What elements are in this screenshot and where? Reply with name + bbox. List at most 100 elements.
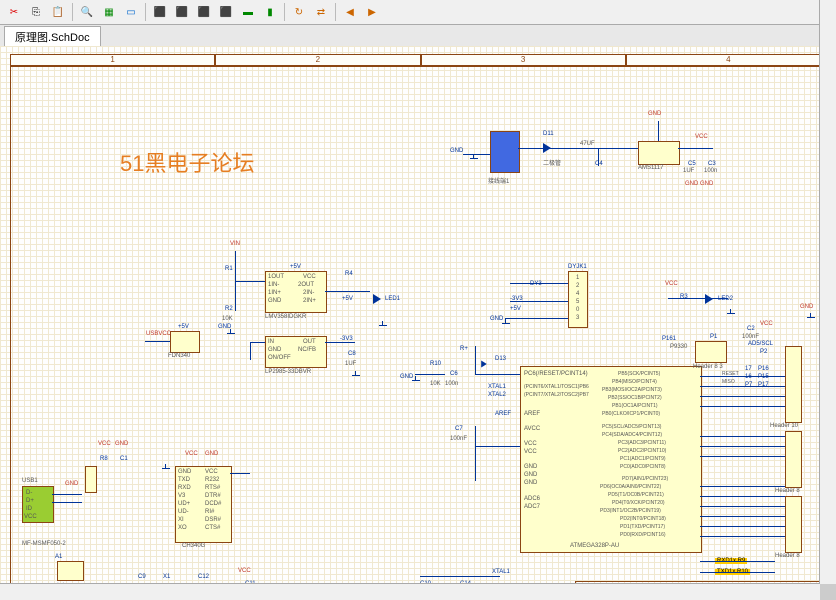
zoom-icon[interactable]: 🔍	[77, 2, 97, 22]
header-p1[interactable]	[695, 341, 727, 363]
mcu-r17: PD2(INT0/PCINT18)	[620, 516, 666, 522]
u1-label: ATMEGA328P-AU	[570, 543, 619, 549]
c2: C2	[747, 326, 755, 332]
u2p4: GND	[268, 298, 281, 304]
fdn340[interactable]	[170, 331, 200, 353]
header-8a[interactable]	[785, 431, 802, 488]
scrollbar-vertical[interactable]	[819, 0, 836, 584]
u4p11: DTR#	[205, 493, 221, 499]
gndlp: GND	[218, 324, 231, 330]
vcc3: VCC	[238, 568, 251, 574]
next-icon[interactable]: ▶	[362, 2, 382, 22]
dyjk-label: DYJK1	[568, 264, 587, 270]
copy-icon[interactable]: ⎘	[26, 2, 46, 22]
u5-label: FDN340	[168, 353, 190, 359]
align-top-icon[interactable]: ⬛	[194, 2, 214, 22]
p1: P1	[710, 334, 717, 340]
c3-label: C3	[708, 161, 716, 167]
header-10[interactable]	[785, 346, 802, 423]
dy3: DY3	[530, 281, 542, 287]
c2v: 100nF	[742, 334, 759, 340]
crystal-usb[interactable]	[57, 561, 84, 581]
scrollbar-horizontal[interactable]	[0, 583, 820, 600]
led2: LED2	[718, 296, 733, 302]
mcu-r8: PC3(ADC3/PCINT11)	[618, 440, 666, 446]
u3p1: IN	[268, 339, 274, 345]
txal1: XTAL1	[488, 384, 506, 390]
led2-vcc: VCC	[665, 281, 678, 287]
h2-label: Header 10	[770, 423, 798, 429]
solar-panel[interactable]	[490, 131, 520, 173]
align-left-icon[interactable]: ⬛	[150, 2, 170, 22]
tab-bar: 原理图.SchDoc	[0, 25, 836, 48]
c8: C8	[348, 351, 356, 357]
mcu-r14: PD5(T1/OC0B/PCINT21)	[608, 492, 664, 498]
rn-block[interactable]	[85, 466, 97, 493]
mcu-r19: PD0(RXD/PCINT16)	[620, 532, 666, 538]
r4: R4	[345, 271, 353, 277]
rotate-icon[interactable]: ↻	[289, 2, 309, 22]
dist-h-icon[interactable]: ▬	[238, 2, 258, 22]
align-right-icon[interactable]: ⬛	[172, 2, 192, 22]
mcu-r5: PB0(CLKO/ICP1/PCINT0)	[602, 411, 660, 417]
header-8b[interactable]	[785, 496, 802, 553]
u4p13: RI#	[205, 509, 214, 515]
r8: R8	[100, 456, 108, 462]
mcu-r3: PB2(SS/OC1B/PCINT2)	[608, 395, 662, 401]
net-gnd: GND	[450, 148, 463, 154]
mcu-l7: GND	[524, 464, 537, 470]
prev-icon[interactable]: ◀	[340, 2, 360, 22]
gnd4: GND	[115, 441, 128, 447]
c6v: 100n	[445, 381, 458, 387]
flip-icon[interactable]: ⇄	[311, 2, 331, 22]
r2: R2	[225, 306, 233, 312]
mcu-l0: PC6(/RESET/PCINT14)	[524, 371, 588, 377]
p161: P161	[662, 336, 676, 342]
mcu-r0: PB5(SCK/PCINT5)	[618, 371, 660, 377]
d13-icon	[481, 361, 487, 368]
u2p3: 1IN+	[268, 290, 281, 296]
regulator[interactable]	[638, 141, 680, 165]
doc-tab[interactable]: 原理图.SchDoc	[4, 26, 101, 47]
mcu-r12: PD7(AIN1/PCINT23)	[622, 476, 668, 482]
c7v: 100nF	[450, 436, 467, 442]
ruler-top: 1 2 3 4	[10, 54, 820, 66]
u2p5: VCC	[303, 274, 316, 280]
mcu-l9: GND	[524, 480, 537, 486]
ch-gnd: GND	[205, 451, 218, 457]
u4p6: XI	[178, 517, 184, 523]
dist-v-icon[interactable]: ▮	[260, 2, 280, 22]
c12: C12	[198, 574, 209, 580]
mxtal1: XTAL1	[492, 569, 510, 575]
ch-vcc: VCC	[185, 451, 198, 457]
5vb: +5V	[342, 296, 353, 302]
mcu-l6: VCC	[524, 449, 537, 455]
paste-icon[interactable]: 📋	[48, 2, 68, 22]
r1v: 10K	[222, 316, 233, 322]
mcu-r9: PC2(ADC2/PCINT10)	[618, 448, 666, 454]
schematic-canvas[interactable]: 1 2 3 4 51黑电子论坛 接线端1 GND D11 二极管 47UF C4…	[0, 46, 820, 584]
h4-label: Header 8	[775, 553, 800, 559]
watermark: 51黑电子论坛	[120, 146, 254, 178]
u4-label: CH340G	[182, 543, 205, 549]
d13: D13	[495, 356, 506, 362]
u4p4: UD+	[178, 501, 190, 507]
cut-icon[interactable]: ✂	[4, 2, 24, 22]
txal2: XTAL2	[488, 392, 506, 398]
u4p1: TXD	[178, 477, 190, 483]
mcu-l11: ADC7	[524, 504, 540, 510]
net-icon[interactable]: ▦	[99, 2, 119, 22]
fuse-label: MF-MSMF050-2	[22, 541, 66, 547]
r10v: 10K	[430, 381, 441, 387]
c4-val: 47UF	[580, 141, 595, 147]
toolbar: ✂ ⎘ 📋 🔍 ▦ ▭ ⬛ ⬛ ⬛ ⬛ ▬ ▮ ↻ ⇄ ◀ ▶	[0, 0, 836, 25]
u2p8: 2IN+	[303, 298, 316, 304]
port-icon[interactable]: ▭	[121, 2, 141, 22]
u4p3: V3	[178, 493, 185, 499]
mcu-r7: PC4(SDA/ADC4/PCINT12)	[602, 432, 662, 438]
mcu-r18: PD1(TXD/PCINT17)	[620, 524, 665, 530]
u2p1: 1OUT	[268, 274, 284, 280]
u3p4: OUT	[303, 339, 316, 345]
u2p6: 2OUT	[298, 282, 314, 288]
align-bottom-icon[interactable]: ⬛	[216, 2, 236, 22]
